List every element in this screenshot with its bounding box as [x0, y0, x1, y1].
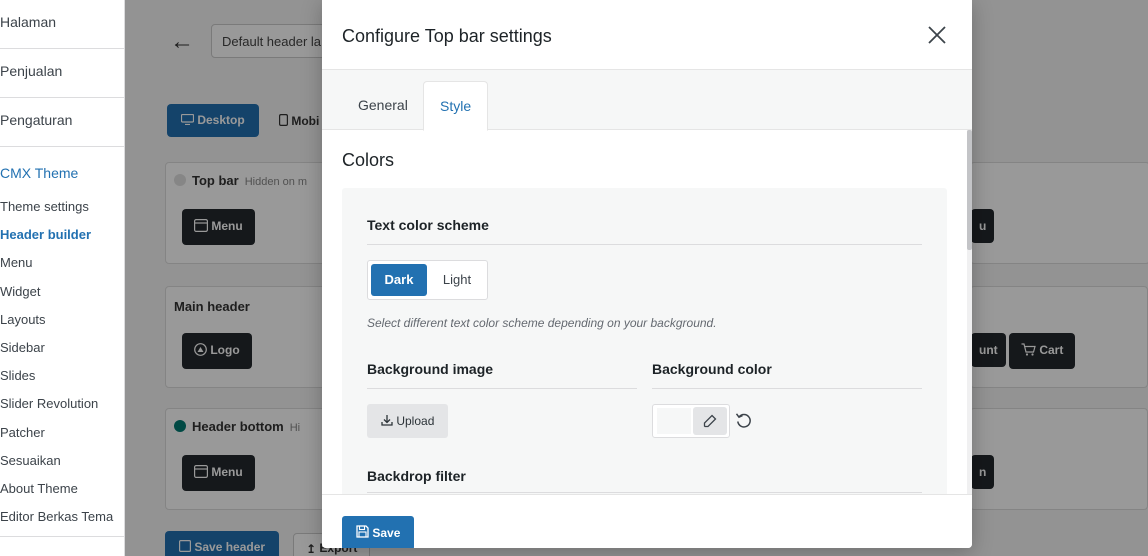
divider: [367, 492, 922, 493]
sidebar-sub-sesuaikan[interactable]: Sesuaikan: [0, 447, 124, 475]
modal-header: Configure Top bar settings: [322, 0, 972, 70]
modal-title: Configure Top bar settings: [342, 26, 552, 46]
divider: [367, 244, 922, 245]
sidebar-sub-header-builder[interactable]: Header builder: [0, 221, 124, 249]
sidebar-sub-slides[interactable]: Slides: [0, 362, 124, 390]
tab-style[interactable]: Style: [423, 81, 489, 131]
tab-general[interactable]: General: [342, 81, 424, 130]
sidebar-item-penjualan[interactable]: Penjualan: [0, 49, 124, 98]
text-color-scheme-toggle: Dark Light: [367, 260, 488, 300]
sidebar-item-pengaturan[interactable]: Pengaturan: [0, 98, 124, 147]
save-button[interactable]: Save: [342, 516, 415, 548]
upload-button[interactable]: Upload: [367, 404, 449, 439]
modal-tabs: General Style: [322, 70, 972, 131]
admin-sidebar: Halaman Penjualan Pengaturan CMX Theme T…: [0, 0, 125, 556]
modal-footer: Save: [322, 494, 972, 548]
colors-card: Text color scheme Dark Light Select diff…: [342, 188, 947, 494]
sidebar-sub-editor-berkas-tema[interactable]: Editor Berkas Tema: [0, 503, 124, 538]
text-color-scheme-label: Text color scheme: [367, 217, 489, 233]
background-color-picker: [652, 404, 730, 438]
sidebar-sub-layouts[interactable]: Layouts: [0, 306, 124, 334]
sidebar-sub-patcher[interactable]: Patcher: [0, 419, 124, 447]
text-color-scheme-hint: Select different text color scheme depen…: [367, 316, 717, 330]
divider: [367, 388, 637, 389]
sidebar-sub-about-theme[interactable]: About Theme: [0, 475, 124, 503]
sidebar-item-cmx-theme[interactable]: CMX Theme: [0, 147, 124, 199]
eyedropper-icon: [703, 414, 717, 433]
top-bar-settings-modal: Configure Top bar settings General Style…: [322, 0, 972, 548]
floppy-icon: [356, 517, 369, 548]
download-icon: [381, 405, 393, 439]
color-swatch[interactable]: [657, 408, 691, 434]
background-color-label: Background color: [652, 361, 772, 377]
sidebar-item-halaman[interactable]: Halaman: [0, 0, 124, 49]
background-image-label: Background image: [367, 361, 494, 377]
backdrop-filter-label: Backdrop filter: [367, 468, 466, 484]
upload-label: Upload: [396, 414, 435, 428]
section-title-colors: Colors: [342, 150, 395, 170]
close-icon[interactable]: [926, 24, 948, 46]
sidebar-sub-sidebar[interactable]: Sidebar: [0, 334, 124, 362]
scrollbar-thumb[interactable]: [967, 130, 972, 250]
divider: [652, 388, 922, 389]
scheme-dark-button[interactable]: Dark: [371, 264, 427, 296]
sidebar-sub-menu[interactable]: Menu: [0, 249, 124, 277]
sidebar-sub-widget[interactable]: Widget: [0, 278, 124, 306]
eyedropper-button[interactable]: [693, 407, 727, 435]
modal-body: Colors Text color scheme Dark Light Sele…: [322, 130, 972, 494]
sidebar-sub-slider-revolution[interactable]: Slider Revolution: [0, 390, 124, 418]
sidebar-sub-theme-settings[interactable]: Theme settings: [0, 193, 124, 221]
save-label: Save: [372, 526, 401, 540]
reset-icon[interactable]: [735, 412, 755, 432]
scheme-light-button[interactable]: Light: [428, 264, 486, 296]
